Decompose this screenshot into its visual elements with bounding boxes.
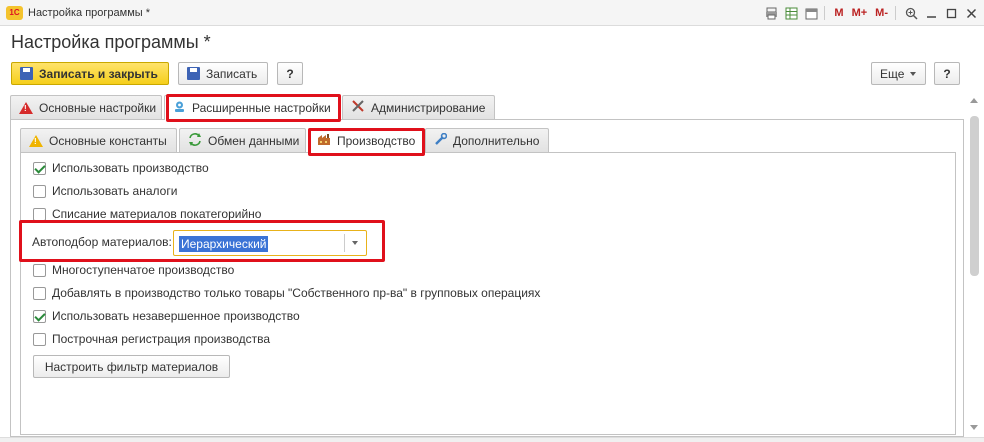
- auto-selection-select[interactable]: Иерархический: [173, 230, 367, 256]
- floppy-icon: [187, 67, 200, 80]
- line-registration-label: Построчная регистрация производства: [52, 332, 271, 346]
- settings-user-icon: [173, 100, 186, 116]
- use-production-option[interactable]: Использовать производство: [33, 160, 209, 176]
- m-icon[interactable]: M: [831, 4, 846, 22]
- tab-label: Дополнительно: [453, 133, 540, 148]
- add-own-goods-option[interactable]: Добавлять в производство только товары "…: [33, 285, 540, 301]
- line-registration-option[interactable]: Построчная регистрация производства: [33, 331, 270, 347]
- save-and-close-label: Записать и закрыть: [39, 66, 158, 81]
- window-bottom-edge: [0, 437, 984, 442]
- use-production-label: Использовать производство: [52, 161, 209, 175]
- m-minus-icon[interactable]: M-: [872, 4, 891, 22]
- tab-label: Обмен данными: [208, 133, 300, 148]
- save-label: Записать: [206, 66, 258, 81]
- tab-basic-constants[interactable]: Основные константы: [20, 128, 177, 152]
- wrench-icon: [434, 132, 448, 149]
- help-button[interactable]: ?: [277, 62, 303, 85]
- more-button[interactable]: Еще: [871, 62, 926, 85]
- table-icon[interactable]: [782, 4, 800, 22]
- toolbar-separator: [895, 6, 896, 20]
- tab-additional[interactable]: Дополнительно: [425, 128, 549, 152]
- maximize-icon[interactable]: [942, 4, 960, 22]
- title-bar-tools: M M+ M-: [760, 4, 980, 22]
- select-divider: [344, 234, 345, 252]
- multi-stage-checkbox[interactable]: [33, 263, 46, 277]
- floppy-icon: [20, 67, 33, 80]
- warning-icon: [19, 101, 33, 114]
- save-button[interactable]: Записать: [178, 62, 268, 85]
- multi-stage-label: Многоступенчатое производство: [52, 263, 235, 277]
- use-wip-label: Использовать незавершенное производство: [52, 309, 300, 323]
- configure-materials-filter-button[interactable]: Настроить фильтр материалов: [33, 355, 230, 378]
- add-own-goods-label: Добавлять в производство только товары "…: [52, 286, 541, 300]
- scrollbar-thumb[interactable]: [970, 116, 979, 276]
- warning-icon: [29, 134, 43, 147]
- factory-icon: [317, 133, 331, 149]
- minimize-icon[interactable]: [922, 4, 940, 22]
- auto-selection-value: Иерархический: [179, 236, 269, 252]
- vertical-scrollbar[interactable]: [969, 98, 980, 430]
- scroll-up-icon[interactable]: [970, 98, 978, 103]
- more-label: Еще: [880, 66, 905, 81]
- app-logo-icon: 1С: [6, 6, 23, 20]
- toolbar-separator: [824, 6, 826, 20]
- use-analogs-label: Использовать аналоги: [52, 184, 178, 198]
- tab-label: Расширенные настройки: [192, 101, 331, 115]
- page-title: Настройка программы *: [11, 32, 211, 52]
- use-analogs-option[interactable]: Использовать аналоги: [33, 183, 177, 199]
- help-button-right[interactable]: ?: [934, 62, 960, 85]
- window-title: Настройка программы *: [28, 7, 151, 19]
- write-off-by-category-checkbox[interactable]: [33, 207, 46, 221]
- line-registration-checkbox[interactable]: [33, 332, 46, 346]
- chevron-down-icon[interactable]: [352, 241, 358, 245]
- title-bar: 1С Настройка программы * M M+ M-: [0, 0, 984, 26]
- use-production-checkbox[interactable]: [33, 161, 46, 175]
- sync-icon: [188, 132, 202, 149]
- zoom-icon[interactable]: [902, 4, 920, 22]
- tab-label: Основные константы: [49, 133, 167, 148]
- close-icon[interactable]: [962, 4, 980, 22]
- save-and-close-button[interactable]: Записать и закрыть: [11, 62, 169, 85]
- add-own-goods-checkbox[interactable]: [33, 286, 46, 300]
- chevron-down-icon: [910, 71, 917, 76]
- tab-production[interactable]: Производство: [308, 128, 423, 153]
- tab-label: Основные настройки: [39, 100, 157, 115]
- tab-basic-settings[interactable]: Основные настройки: [10, 95, 162, 119]
- calendar-icon[interactable]: [802, 4, 820, 22]
- multi-stage-option[interactable]: Многоступенчатое производство: [33, 262, 234, 278]
- tab-label: Администрирование: [371, 100, 486, 115]
- scroll-down-icon[interactable]: [970, 425, 978, 430]
- write-off-by-category-label: Списание материалов покатегорийно: [52, 207, 262, 221]
- auto-selection-label: Автоподбор материалов:: [32, 235, 172, 249]
- m-plus-icon[interactable]: M+: [849, 4, 871, 22]
- use-wip-option[interactable]: Использовать незавершенное производство: [33, 308, 300, 324]
- tab-advanced-settings[interactable]: Расширенные настройки: [164, 95, 340, 120]
- print-icon[interactable]: [762, 4, 780, 22]
- write-off-by-category-option[interactable]: Списание материалов покатегорийно: [33, 206, 261, 222]
- tab-data-exchange[interactable]: Обмен данными: [179, 128, 306, 152]
- use-wip-checkbox[interactable]: [33, 309, 46, 323]
- use-analogs-checkbox[interactable]: [33, 184, 46, 198]
- tools-icon: [351, 99, 365, 116]
- tab-administration[interactable]: Администрирование: [342, 95, 495, 119]
- tab-label: Производство: [337, 134, 416, 148]
